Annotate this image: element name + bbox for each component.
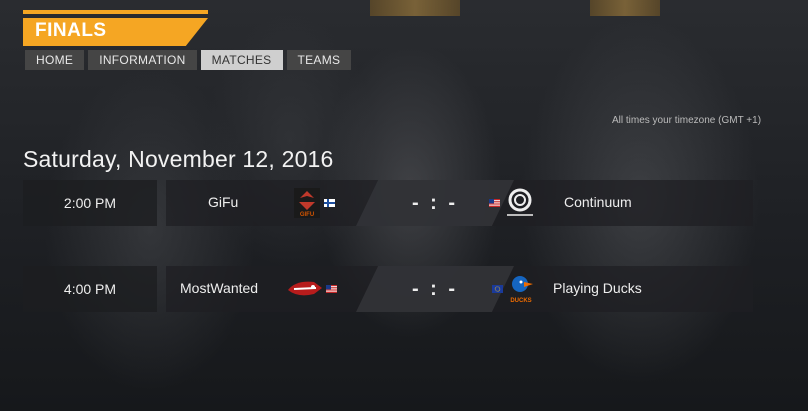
nav-home[interactable]: HOME <box>25 50 85 70</box>
nav-teams[interactable]: TEAMS <box>286 50 352 70</box>
svg-text:GIFU: GIFU <box>300 212 314 218</box>
gifu-logo-icon: GIFU <box>294 188 320 218</box>
match-score: - : - <box>356 266 514 312</box>
usa-flag-icon <box>326 285 337 293</box>
team2-name[interactable]: Continuum <box>564 194 632 210</box>
match-date: Saturday, November 12, 2016 <box>23 146 334 172</box>
finland-flag-icon <box>324 199 335 207</box>
page-title: FINALS <box>35 20 107 41</box>
match-row[interactable]: 4:00 PM MostWanted - : - DUCKS Playing D… <box>23 266 753 312</box>
nav-matches[interactable]: MATCHES <box>200 50 283 70</box>
banner-stripe <box>23 10 208 14</box>
team2-name[interactable]: Playing Ducks <box>553 280 642 296</box>
continuum-logo-icon <box>507 188 533 216</box>
nav-information[interactable]: INFORMATION <box>88 50 197 70</box>
team1-name[interactable]: MostWanted <box>180 280 258 296</box>
svg-text:DUCKS: DUCKS <box>510 298 531 304</box>
team1-name[interactable]: GiFu <box>208 194 238 210</box>
usa-flag-icon <box>489 199 500 207</box>
finals-banner: FINALS <box>23 10 208 46</box>
main-nav: HOME INFORMATION MATCHES TEAMS <box>25 50 352 70</box>
eu-flag-icon <box>492 285 503 293</box>
match-body: GiFu GIFU - : - Continuum <box>166 180 753 226</box>
match-time: 4:00 PM <box>23 266 157 312</box>
match-body: MostWanted - : - DUCKS Playing Ducks <box>166 266 753 312</box>
mostwanted-logo-icon <box>288 281 322 296</box>
playing-ducks-logo-icon: DUCKS <box>510 276 533 304</box>
timezone-note: All times your timezone (GMT +1) <box>612 115 762 126</box>
match-time: 2:00 PM <box>23 180 157 226</box>
decor-gold-emblem <box>590 0 660 16</box>
match-row[interactable]: 2:00 PM GiFu GIFU - : - Continuum <box>23 180 753 226</box>
decor-gold-emblem <box>370 0 460 16</box>
